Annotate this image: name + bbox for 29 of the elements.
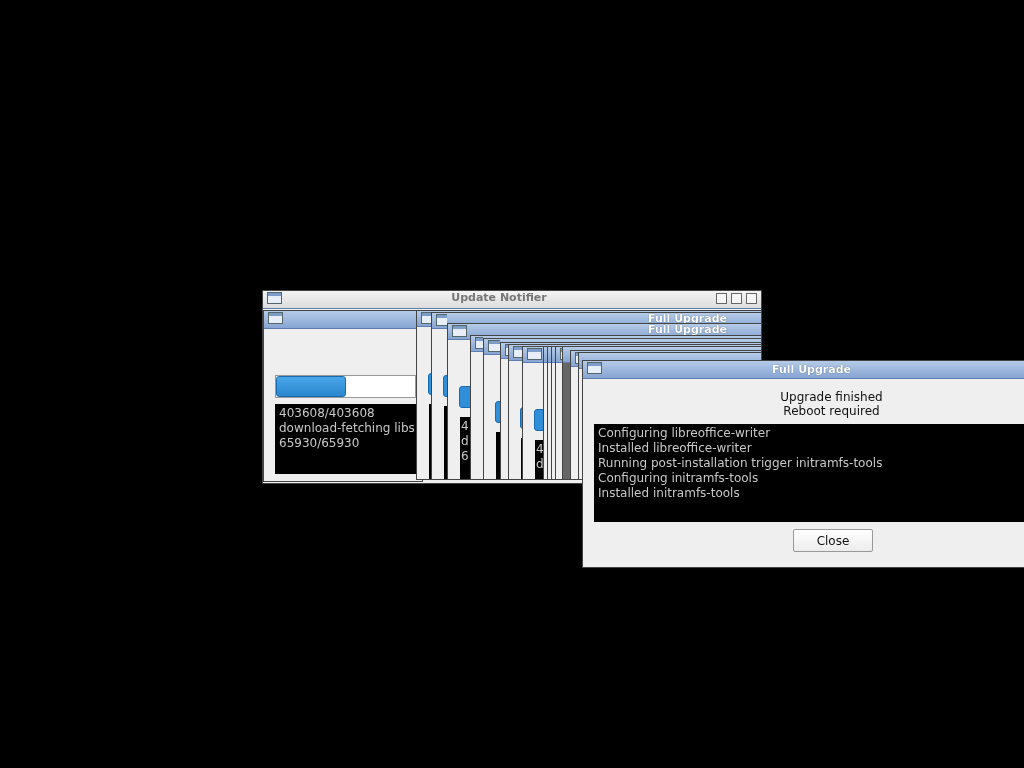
close-button[interactable] <box>746 293 757 304</box>
window-icon[interactable] <box>527 348 542 360</box>
log-line: 403608/403608 <box>279 406 376 421</box>
log-line: Running post-installation trigger initramfs-tools <box>598 456 884 471</box>
log-line: d <box>536 457 542 472</box>
window-icon[interactable] <box>267 292 282 304</box>
window-title: Full Upgrade <box>646 325 728 335</box>
window-icon[interactable] <box>268 312 283 324</box>
window-icon[interactable] <box>436 314 447 326</box>
log-line: Configuring initramfs-tools <box>598 471 760 486</box>
window-icon[interactable] <box>587 362 602 374</box>
log-line: Installed libreoffice-writer <box>598 441 753 456</box>
status-message: Reboot required <box>782 404 881 418</box>
log-line: Installed initramfs-tools <box>598 486 741 501</box>
window-title: Full Upgrade <box>646 314 728 324</box>
maximize-button[interactable] <box>731 293 742 304</box>
log-line: d <box>461 434 469 449</box>
log-line: 6 <box>461 449 469 464</box>
status-message: Upgrade finished <box>779 390 884 404</box>
log-line: download-fetching libs <box>279 421 412 436</box>
log-line: 4 <box>536 442 542 457</box>
log-line: 65930/65930 <box>279 436 361 451</box>
window-icon[interactable] <box>452 325 467 337</box>
close-button[interactable]: Close <box>793 529 873 552</box>
log-line: Configuring libreoffice-writer <box>598 426 772 441</box>
window-title: Update Notifier <box>450 292 548 304</box>
window-title: Full Upgrade <box>771 362 852 376</box>
log-line: 4 <box>461 419 469 434</box>
minimize-button[interactable] <box>716 293 727 304</box>
